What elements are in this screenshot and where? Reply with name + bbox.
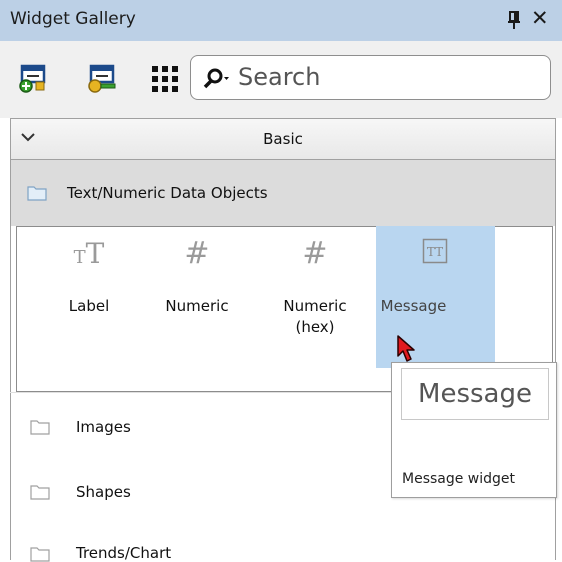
search-box[interactable] <box>190 55 551 100</box>
hash-icon: # <box>184 236 210 271</box>
widget-numeric-hex-text: Numeric (hex) <box>283 297 347 336</box>
category-images[interactable]: Images <box>76 418 131 436</box>
grid-view-icon[interactable] <box>150 64 180 94</box>
category-text-numeric[interactable]: Text/Numeric Data Objects <box>10 160 556 226</box>
widget-label-text: Label <box>68 297 110 315</box>
category-label: Text/Numeric Data Objects <box>67 184 268 202</box>
close-icon[interactable]: ✕ <box>531 6 549 30</box>
category-shapes[interactable]: Shapes <box>76 483 131 501</box>
tooltip-description: Message widget <box>402 471 516 487</box>
edit-widget-icon[interactable] <box>85 64 119 94</box>
text-tool-icon: TT <box>73 237 105 270</box>
widget-label[interactable]: TT Label <box>36 226 142 368</box>
pin-icon[interactable] <box>508 11 520 29</box>
panel-title: Widget Gallery <box>10 9 136 29</box>
message-box-icon: TT <box>422 238 448 264</box>
search-icon <box>203 68 229 89</box>
widget-numeric-hex[interactable]: # Numeric (hex) <box>262 226 368 368</box>
group-header-basic[interactable]: Basic <box>10 118 556 160</box>
widget-numeric-text: Numeric <box>165 297 229 315</box>
tooltip-preview: Message <box>401 368 549 420</box>
add-widget-icon[interactable] <box>16 64 50 94</box>
group-label: Basic <box>263 130 303 148</box>
widget-tooltip: Message Message widget <box>391 362 557 498</box>
folder-icon <box>30 420 50 435</box>
folder-icon <box>27 186 47 201</box>
hash-icon: # <box>302 236 328 271</box>
folder-icon <box>30 485 50 500</box>
widget-message-text: Message <box>380 297 447 315</box>
search-input[interactable] <box>238 59 538 95</box>
svg-text:TT: TT <box>427 245 443 259</box>
mouse-cursor-icon <box>397 335 415 362</box>
widget-message[interactable]: TT Message <box>376 226 495 368</box>
category-trends-chart[interactable]: Trends/Chart <box>76 544 171 562</box>
widget-numeric[interactable]: # Numeric <box>144 226 250 368</box>
